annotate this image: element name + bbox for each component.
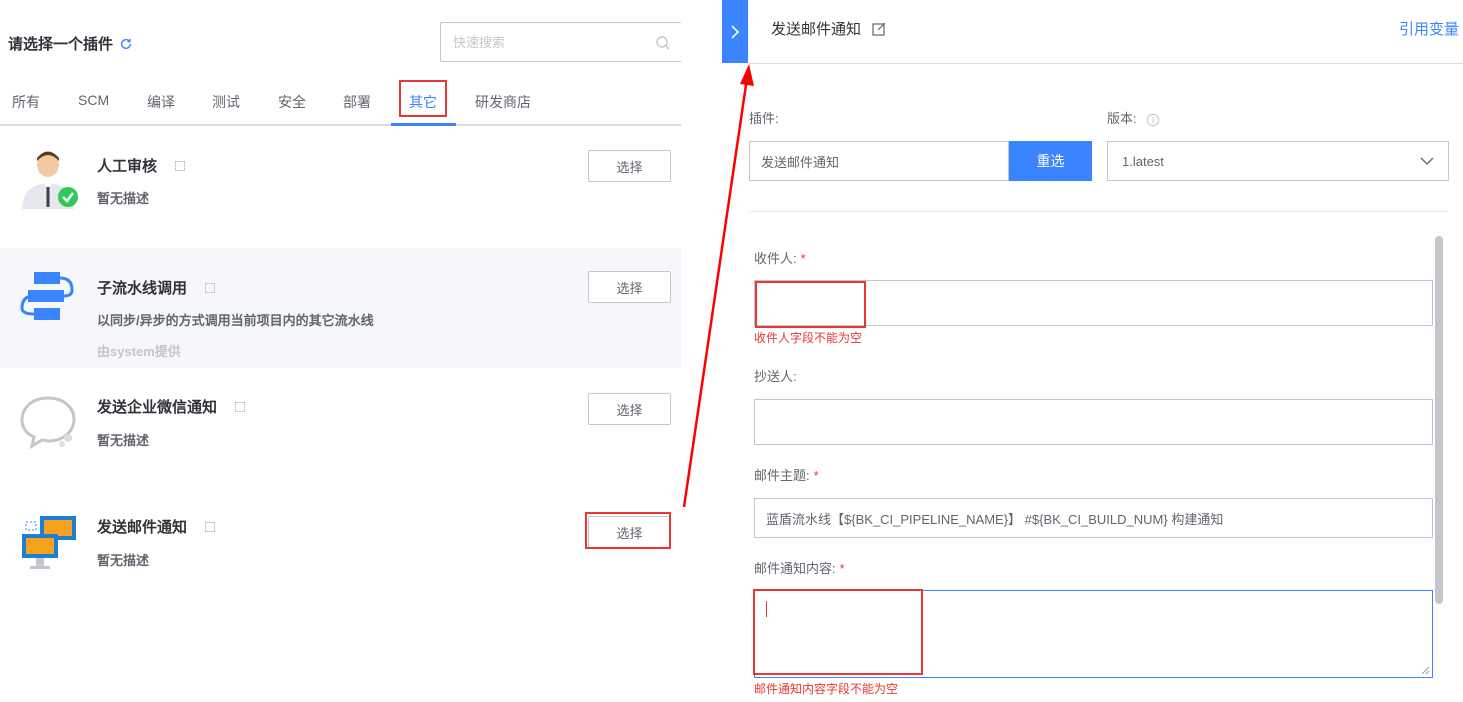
search-box (440, 22, 681, 62)
subject-input[interactable]: 蓝盾流水线【${BK_CI_PIPELINE_NAME}】 #${BK_CI_B… (754, 498, 1433, 538)
receiver-input[interactable] (754, 280, 1433, 326)
required-mark: * (839, 561, 845, 576)
plugin-item-sub-pipeline: 子流水线调用 以同步/异步的方式调用当前项目内的其它流水线 由system提供 … (0, 248, 681, 368)
plugin-name: 发送企业微信通知 (97, 396, 246, 417)
subject-label: 邮件主题: (754, 468, 810, 483)
plugin-desc: 以同步/异步的方式调用当前项目内的其它流水线 (97, 313, 374, 328)
plugin-picker-panel: 请选择一个插件 所有 SCM 编译 测试 安全 部署 其它 研发商店 (0, 0, 681, 702)
plugin-name: 发送邮件通知 (97, 516, 216, 537)
tab-security[interactable]: 安全 (278, 92, 306, 112)
sub-pipeline-icon (20, 272, 74, 320)
active-tab-underline (391, 123, 456, 126)
tab-all[interactable]: 所有 (12, 92, 40, 112)
plugin-desc: 暂无描述 (97, 191, 150, 206)
tab-dev-store[interactable]: 研发商店 (475, 92, 531, 112)
manual-review-icon (22, 151, 78, 209)
tab-scm[interactable]: SCM (78, 92, 109, 108)
section-divider (749, 211, 1449, 212)
panel-title-text: 发送邮件通知 (771, 21, 862, 38)
select-button[interactable]: 选择 (588, 150, 671, 182)
wechat-work-icon (20, 396, 76, 450)
picker-title-text: 请选择一个插件 (8, 36, 114, 53)
plugin-name-text: 子流水线调用 (97, 280, 188, 297)
chevron-down-icon (1420, 157, 1434, 165)
search-icon[interactable] (655, 35, 671, 51)
cc-input[interactable] (754, 399, 1433, 445)
reference-variable-link[interactable]: 引用变量 (1399, 18, 1459, 39)
content-label-wrap: 邮件通知内容: * (754, 558, 845, 577)
version-value: 1.latest (1122, 153, 1164, 169)
required-mark: * (813, 468, 819, 483)
plugin-name-text: 发送企业微信通知 (97, 399, 218, 416)
refresh-icon[interactable] (119, 37, 133, 51)
plugin-name: 人工审核 (97, 155, 186, 176)
required-mark: * (800, 251, 806, 266)
collapse-panel-tab[interactable] (722, 0, 748, 63)
cc-label: 抄送人: (754, 369, 797, 384)
header-divider (748, 63, 1463, 64)
plugin-config-panel: 发送邮件通知 引用变量 插件: 版本: 发送邮件通知 重选 1.latest 收… (722, 0, 1463, 702)
chevron-right-icon (731, 24, 740, 39)
info-icon[interactable] (1146, 113, 1160, 127)
checkbox-placeholder-icon (175, 160, 186, 171)
plugin-item-email-notify: 发送邮件通知 暂无描述 选择 (0, 488, 681, 608)
plugin-name: 子流水线调用 (97, 277, 216, 298)
plugin-label: 插件: (749, 111, 779, 126)
plugin-provider: 由system提供 (97, 344, 181, 359)
receiver-label-wrap: 收件人: * (754, 248, 806, 267)
content-textarea[interactable] (754, 590, 1433, 678)
search-input[interactable] (453, 34, 643, 50)
plugin-desc: 暂无描述 (97, 433, 150, 448)
panel-title: 发送邮件通知 (771, 18, 887, 39)
tab-other[interactable]: 其它 (409, 92, 437, 112)
plugin-desc: 暂无描述 (97, 553, 150, 568)
tab-test[interactable]: 测试 (212, 92, 240, 112)
edit-icon[interactable] (871, 21, 887, 37)
plugin-item-manual-review: 人工审核 暂无描述 选择 (0, 127, 681, 247)
plugin-name-text: 发送邮件通知 (97, 519, 188, 536)
screen: 请选择一个插件 所有 SCM 编译 测试 安全 部署 其它 研发商店 (0, 0, 1463, 702)
content-error: 邮件通知内容字段不能为空 (754, 682, 899, 696)
subject-label-wrap: 邮件主题: * (754, 465, 819, 484)
select-button[interactable]: 选择 (588, 393, 671, 425)
plugin-name-field[interactable]: 发送邮件通知 (749, 141, 1009, 181)
category-tabs: 所有 SCM 编译 测试 安全 部署 其它 研发商店 (0, 78, 681, 126)
picker-title: 请选择一个插件 (8, 33, 133, 54)
email-notify-icon (22, 516, 76, 569)
vertical-scrollbar[interactable] (1435, 236, 1443, 604)
resize-grip-icon[interactable] (1420, 665, 1430, 675)
plugin-name-text: 人工审核 (97, 158, 158, 175)
checkbox-placeholder-icon (235, 401, 246, 412)
select-button[interactable]: 选择 (588, 516, 671, 548)
version-label-wrap: 版本: (1107, 108, 1160, 127)
version-select[interactable]: 1.latest (1107, 141, 1449, 181)
tab-deploy[interactable]: 部署 (343, 92, 371, 112)
receiver-error: 收件人字段不能为空 (754, 331, 863, 345)
plugin-item-wechat-work: 发送企业微信通知 暂无描述 选择 (0, 368, 681, 488)
checkbox-placeholder-icon (205, 521, 216, 532)
content-label: 邮件通知内容: (754, 561, 836, 576)
select-button[interactable]: 选择 (588, 271, 671, 303)
receiver-label: 收件人: (754, 251, 797, 266)
reselect-button[interactable]: 重选 (1009, 141, 1092, 181)
text-caret (766, 601, 767, 617)
tab-compile[interactable]: 编译 (147, 92, 175, 112)
version-label: 版本: (1107, 111, 1137, 126)
checkbox-placeholder-icon (205, 282, 216, 293)
